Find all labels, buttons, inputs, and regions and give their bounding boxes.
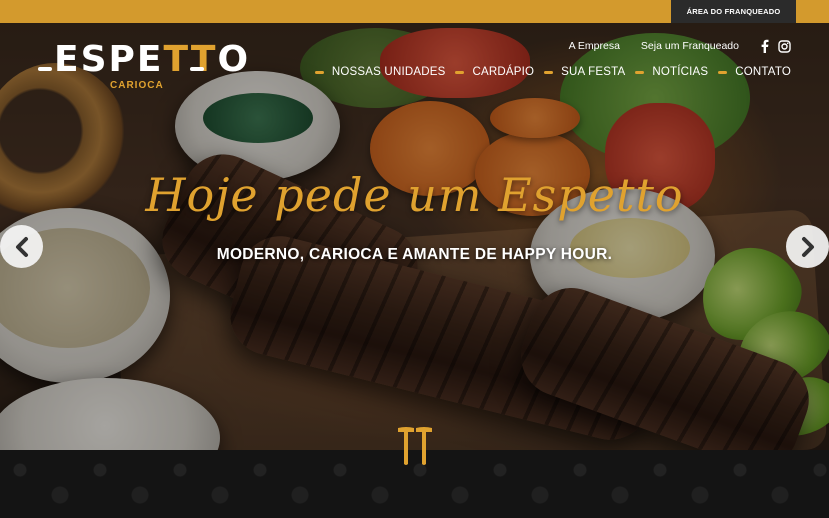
nav-item-noticias[interactable]: NOTÍCIAS	[625, 66, 708, 78]
nav-item-unidades[interactable]: NOSSAS UNIDADES	[314, 66, 446, 78]
nav-link-empresa[interactable]: A Empresa	[569, 40, 620, 52]
nav-item-cardapio[interactable]: CARDÁPIO	[445, 66, 534, 78]
logo-wordmark: ESPETTO	[54, 39, 251, 80]
nav-dash	[455, 70, 465, 74]
nav-dash	[718, 70, 728, 74]
hero-headline: Hoje pede um Espetto	[145, 168, 684, 222]
logo[interactable]: ESPETTO CARIOCA	[38, 40, 248, 96]
nav-label: CONTATO	[735, 66, 791, 78]
social-links	[760, 39, 791, 53]
instagram-icon[interactable]	[778, 39, 791, 53]
chevron-left-icon	[15, 236, 28, 257]
nav-label: NOSSAS UNIDADES	[331, 66, 446, 78]
nav-link-franqueado[interactable]: Seja um Franqueado	[641, 40, 739, 52]
nav-item-contato[interactable]: CONTATO	[708, 66, 791, 78]
nav-label: SUA FESTA	[561, 66, 626, 78]
utility-nav: A Empresa Seja um Franqueado	[569, 39, 791, 53]
nav-dash	[544, 70, 554, 74]
nav-dash	[635, 70, 645, 74]
nav-label: CARDÁPIO	[472, 66, 535, 78]
main-nav: NOSSAS UNIDADES CARDÁPIO SUA FESTA NOTÍC…	[314, 66, 791, 78]
chevron-right-icon	[801, 236, 814, 257]
nav-dash	[314, 70, 324, 74]
franchise-area-button[interactable]: ÁREA DO FRANQUEADO	[671, 0, 796, 23]
slider-next-button[interactable]	[786, 225, 829, 268]
logo-dash-left	[38, 67, 52, 71]
slider-prev-button[interactable]	[0, 225, 43, 268]
logo-dash-right	[190, 67, 204, 71]
tt-brand-icon	[398, 427, 432, 465]
nav-label: NOTÍCIAS	[652, 66, 709, 78]
hero-subheadline: MODERNO, CARIOCA E AMANTE DE HAPPY HOUR.	[216, 246, 613, 263]
top-bar: ÁREA DO FRANQUEADO	[0, 0, 829, 23]
facebook-icon[interactable]	[760, 39, 769, 53]
nav-item-sua-festa[interactable]: SUA FESTA	[534, 66, 625, 78]
logo-subtext: CARIOCA	[110, 80, 164, 91]
